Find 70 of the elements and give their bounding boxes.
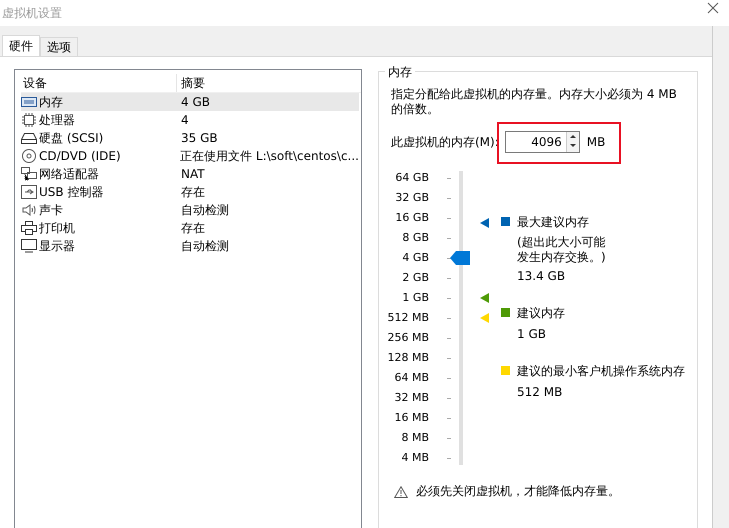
scale-label: 2 GB <box>402 270 429 286</box>
close-icon[interactable] <box>707 2 719 14</box>
tab[interactable]: 选项 <box>40 37 78 56</box>
device-summary: 4 <box>180 113 189 127</box>
cd-icon <box>21 149 37 163</box>
device-row[interactable]: 处理器 4 <box>21 111 359 129</box>
device-name: 网络适配器 <box>39 166 99 182</box>
legend-label: 最大建议内存 <box>517 214 590 231</box>
legend-label: 建议内存 <box>517 305 565 322</box>
description: 指定分配给此虚拟机的内存量。内存大小必须为 4 MB 的倍数。 <box>391 87 678 117</box>
scale-label: 64 MB <box>394 370 429 386</box>
tab[interactable]: 硬件 <box>2 35 40 56</box>
scale-label: 4 GB <box>402 250 429 266</box>
device-summary: 正在使用文件 L:\soft\centos\c... <box>179 148 359 164</box>
legend-value: 1 GB <box>517 326 547 343</box>
device-row[interactable]: 显示器 自动检测 <box>21 237 359 255</box>
field-label: 此虚拟机的内存(M): <box>391 134 499 150</box>
cpu-icon <box>21 113 37 127</box>
device-name: 处理器 <box>39 112 75 128</box>
legend-value: 13.4 GB <box>517 268 566 285</box>
device-name: 内存 <box>39 94 63 110</box>
device-summary: 35 GB <box>180 131 218 145</box>
legend-value: 512 MB <box>517 384 564 401</box>
device-name: 显示器 <box>39 238 75 254</box>
scale-label: 16 GB <box>395 210 429 226</box>
device-row[interactable]: 硬盘 (SCSI) 35 GB <box>21 129 359 147</box>
scale-label: 8 MB <box>401 430 429 446</box>
scale-label: 8 GB <box>402 230 429 246</box>
scale-label: 64 GB <box>395 170 429 186</box>
column-header: 设备 <box>21 74 177 92</box>
legend-note: (超出此大小可能发生内存交换。) <box>517 235 607 265</box>
device-summary: 存在 <box>180 184 205 200</box>
warning-text: 必须先关闭虚拟机，才能降低内存量。 <box>416 483 620 500</box>
scale-label: 1 GB <box>402 290 429 306</box>
device-row[interactable]: USB 控制器 存在 <box>21 183 359 201</box>
scale-label: 256 MB <box>387 330 429 346</box>
scale-label: 128 MB <box>387 350 429 366</box>
device-row[interactable]: 打印机 存在 <box>21 219 359 237</box>
window-title: 虚拟机设置 <box>2 4 62 22</box>
scale-label: 32 GB <box>395 190 429 206</box>
device-name: CD/DVD (IDE) <box>39 149 121 163</box>
device-summary: 存在 <box>180 220 205 236</box>
device-name: 声卡 <box>39 202 63 218</box>
device-summary: NAT <box>180 167 205 181</box>
slider-thumb[interactable] <box>450 251 470 266</box>
unit-label: MB <box>586 135 606 149</box>
display-icon <box>21 239 37 253</box>
warning-icon <box>394 486 408 498</box>
device-row[interactable]: 内存 4 GB <box>21 93 359 111</box>
scale-label: 16 MB <box>394 410 429 426</box>
scale-label: 4 MB <box>401 450 429 466</box>
device-row[interactable]: 网络适配器 NAT <box>21 165 359 183</box>
memory-spin-field[interactable]: 4096 <box>504 131 580 153</box>
device-row[interactable]: CD/DVD (IDE) 正在使用文件 L:\soft\centos\c... <box>21 147 359 165</box>
device-summary: 自动检测 <box>180 238 229 254</box>
network-icon <box>21 167 37 181</box>
scale-label: 512 MB <box>387 310 429 326</box>
device-name: 硬盘 (SCSI) <box>39 130 104 146</box>
device-name: 打印机 <box>39 220 75 236</box>
device-summary: 自动检测 <box>180 202 229 218</box>
column-header: 摘要 <box>180 74 205 92</box>
scale-label: 32 MB <box>394 390 429 406</box>
device-summary: 4 GB <box>180 95 210 109</box>
sound-icon <box>21 203 37 217</box>
usb-icon <box>21 185 37 199</box>
memory-icon <box>21 95 37 109</box>
device-name: USB 控制器 <box>39 184 104 200</box>
printer-icon <box>21 221 37 235</box>
device-row[interactable]: 声卡 自动检测 <box>21 201 359 219</box>
legend-label: 建议的最小客户机操作系统内存 <box>517 363 685 380</box>
